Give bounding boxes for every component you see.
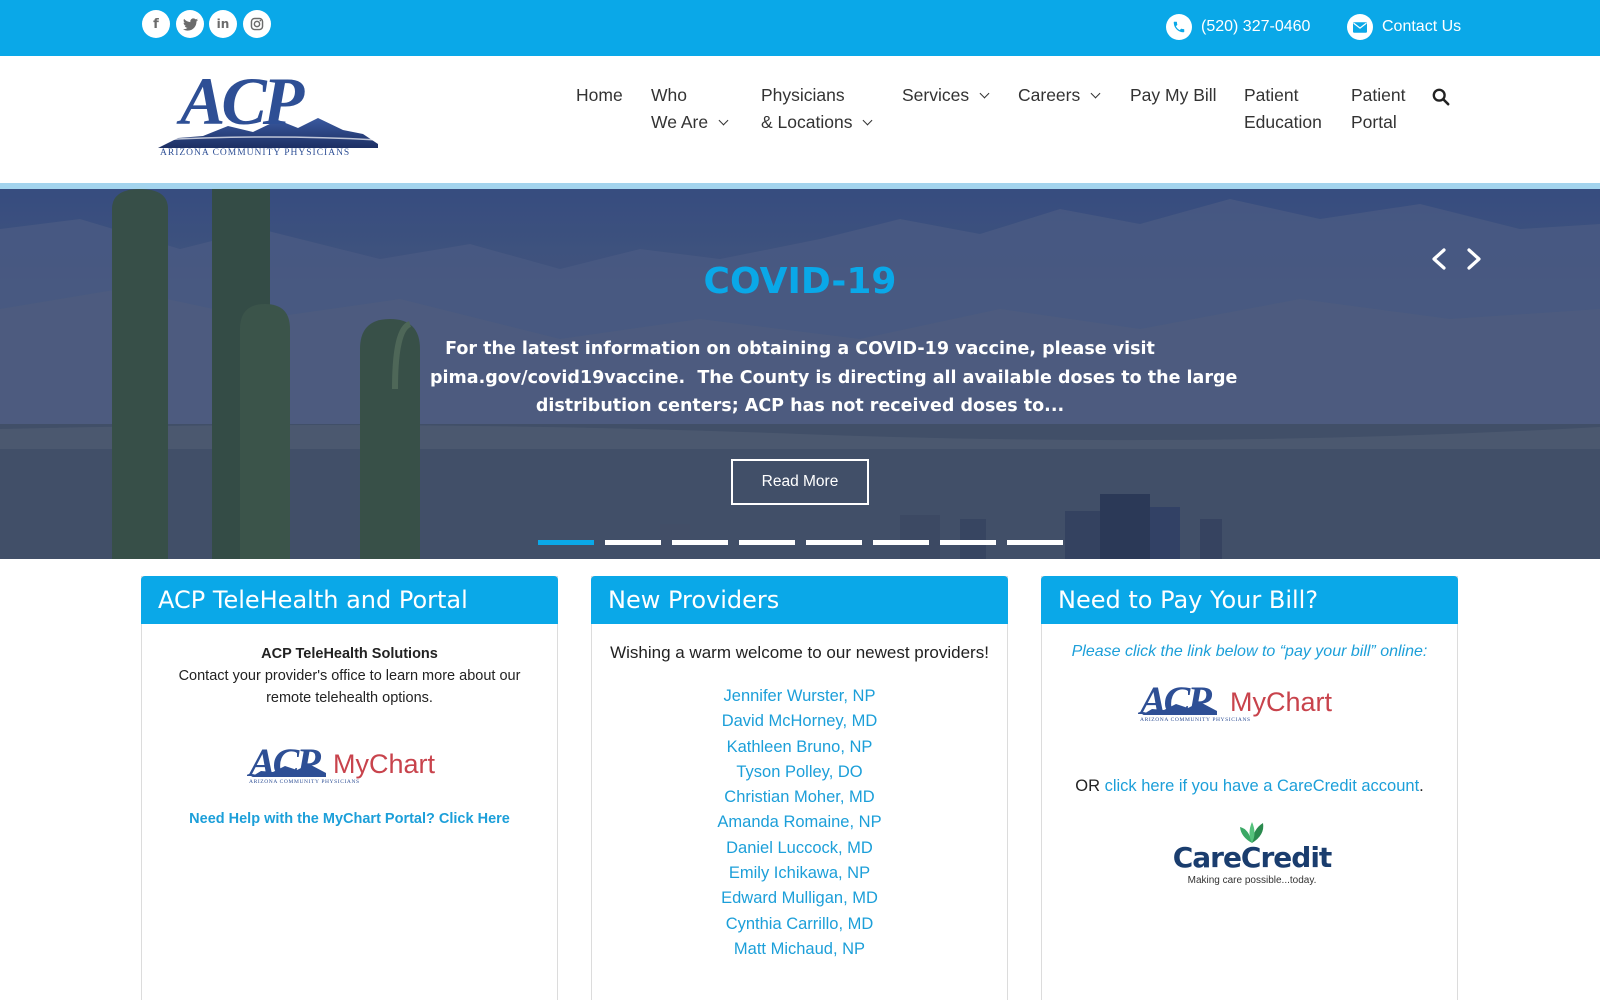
providers-list: Jennifer Wurster, NP David McHorney, MD Ka… (592, 684, 1007, 962)
mychart-logo-link[interactable]: ACP MyChart ARIZONA COMMUNITY PHYSICIANS (1140, 677, 1340, 727)
mychart-help-link[interactable]: Need Help with the MyChart Portal? Click… (142, 811, 557, 827)
or-text: OR (1075, 777, 1105, 795)
provider-link[interactable]: Daniel Luccock, MD (592, 836, 1007, 861)
hero-text: For the latest information on obtaining … (430, 335, 1238, 421)
telehealth-card: ACP TeleHealth and Portal ACP TeleHealth… (141, 576, 558, 1000)
nav-patient-portal[interactable]: Patient Portal (1351, 82, 1405, 136)
slider-dot[interactable] (671, 540, 728, 545)
telehealth-text: Contact your provider's office to learn … (178, 668, 521, 684)
mychart-subtitle: ARIZONA COMMUNITY PHYSICIANS (1140, 717, 1251, 723)
telehealth-heading: ACP TeleHealth Solutions (261, 646, 438, 662)
card-title: ACP TeleHealth and Portal (141, 576, 558, 624)
slider-dot[interactable] (537, 540, 594, 545)
read-more-button[interactable]: Read More (731, 459, 869, 505)
card-title: Need to Pay Your Bill? (1041, 576, 1458, 624)
nav-careers-label: Careers (1018, 85, 1081, 105)
provider-link[interactable]: Matt Michaud, NP (592, 937, 1007, 962)
chevron-down-icon (863, 115, 873, 126)
providers-intro: Wishing a warm welcome to our newest pro… (610, 643, 989, 662)
nav-phys-line2: & Locations (761, 112, 853, 132)
phone-icon (1166, 14, 1192, 40)
hero-slider: COVID-19 For the latest information on o… (0, 189, 1600, 559)
hero-text-line: pima.gov/covid19vaccine. The County is d… (430, 367, 1238, 388)
nav-phys-line1: Physicians (761, 85, 845, 105)
site-header: ACP ARIZONA COMMUNITY PHYSICIANS Home Wh… (0, 56, 1600, 183)
nav-who-line1: Who (651, 85, 687, 105)
nav-portal-line1: Patient (1351, 85, 1406, 105)
mychart-text: MyChart (333, 749, 436, 779)
nav-services-label: Services (902, 85, 970, 105)
pay-bill-instruction: Please click the link below to “pay your… (1071, 643, 1428, 660)
carecredit-logo[interactable]: CareCredit Making care possible...today. (1172, 821, 1332, 891)
logo-subtitle: ARIZONA COMMUNITY PHYSICIANS (160, 148, 351, 158)
linkedin-icon[interactable]: in (209, 10, 237, 38)
top-bar: f in (520) 327-0460 Contact Us (0, 0, 1600, 56)
slider-dot[interactable] (939, 540, 996, 545)
contact-us-link[interactable]: Contact Us (1347, 14, 1461, 40)
nav-services[interactable]: Services (902, 82, 990, 109)
twitter-icon[interactable] (176, 10, 204, 38)
nav-physicians-locations[interactable]: Physicians & Locations (761, 82, 873, 136)
nav-who-line2: We Are (651, 112, 709, 132)
provider-link[interactable]: Emily Ichikawa, NP (592, 861, 1007, 886)
nav-pay-my-bill[interactable]: Pay My Bill (1130, 82, 1217, 109)
search-icon[interactable] (1432, 88, 1450, 106)
nav-careers[interactable]: Careers (1018, 82, 1101, 109)
telehealth-text: remote telehealth options. (266, 690, 433, 706)
provider-link[interactable]: Cynthia Carrillo, MD (592, 912, 1007, 937)
period-text: . (1419, 777, 1424, 795)
phone-link[interactable]: (520) 327-0460 (1166, 14, 1310, 40)
card-title: New Providers (591, 576, 1008, 624)
carecredit-tagline: Making care possible...today. (1187, 875, 1317, 886)
provider-link[interactable]: Tyson Polley, DO (592, 760, 1007, 785)
nav-edu-line1: Patient (1244, 85, 1299, 105)
chevron-down-icon (718, 115, 729, 126)
slider-dot[interactable] (604, 540, 661, 545)
nav-portal-line2: Portal (1351, 112, 1397, 132)
carecredit-link[interactable]: click here if you have a CareCredit acco… (1105, 777, 1420, 795)
logo-text: ACP (180, 63, 304, 139)
nav-who-we-are[interactable]: Who We Are (651, 82, 729, 136)
nav-edu-line2: Education (1244, 112, 1322, 132)
hero-title: COVID-19 (703, 261, 897, 302)
slider-dot[interactable] (738, 540, 795, 545)
slider-dot[interactable] (1006, 540, 1063, 545)
nav-patient-education[interactable]: Patient Education (1244, 82, 1322, 136)
provider-link[interactable]: Amanda Romaine, NP (592, 810, 1007, 835)
provider-link[interactable]: Kathleen Bruno, NP (592, 735, 1007, 760)
chevron-down-icon (1090, 88, 1101, 99)
nav-home[interactable]: Home (576, 82, 623, 109)
slider-dot[interactable] (872, 540, 929, 545)
pay-bill-card: Need to Pay Your Bill? Please click the … (1041, 576, 1458, 1000)
phone-number[interactable]: (520) 327-0460 (1201, 18, 1310, 36)
new-providers-card: New Providers Wishing a warm welcome to … (591, 576, 1008, 1000)
slider-dot[interactable] (805, 540, 862, 545)
carecredit-line: OR click here if you have a CareCredit a… (1042, 777, 1457, 796)
contact-us-label[interactable]: Contact Us (1382, 18, 1461, 36)
provider-link[interactable]: Christian Moher, MD (592, 785, 1007, 810)
carecredit-wordmark: CareCredit (1172, 841, 1333, 874)
acp-logo[interactable]: ACP ARIZONA COMMUNITY PHYSICIANS (158, 63, 378, 166)
hero-text-line: For the latest information on obtaining … (445, 339, 1155, 359)
provider-link[interactable]: Edward Mulligan, MD (592, 886, 1007, 911)
instagram-icon[interactable] (243, 10, 271, 38)
mychart-logo-link[interactable]: ACP MyChart ARIZONA COMMUNITY PHYSICIANS (249, 739, 449, 789)
telehealth-description: ACP TeleHealth Solutions Contact your pr… (142, 643, 557, 709)
provider-link[interactable]: David McHorney, MD (592, 709, 1007, 734)
hero-text-line: distribution centers; ACP has not receiv… (535, 396, 1065, 416)
envelope-icon (1347, 14, 1373, 40)
facebook-icon[interactable]: f (142, 10, 170, 38)
provider-link[interactable]: Jennifer Wurster, NP (592, 684, 1007, 709)
chevron-down-icon (979, 88, 990, 99)
mychart-text: MyChart (1230, 687, 1333, 717)
mychart-subtitle: ARIZONA COMMUNITY PHYSICIANS (249, 779, 360, 785)
